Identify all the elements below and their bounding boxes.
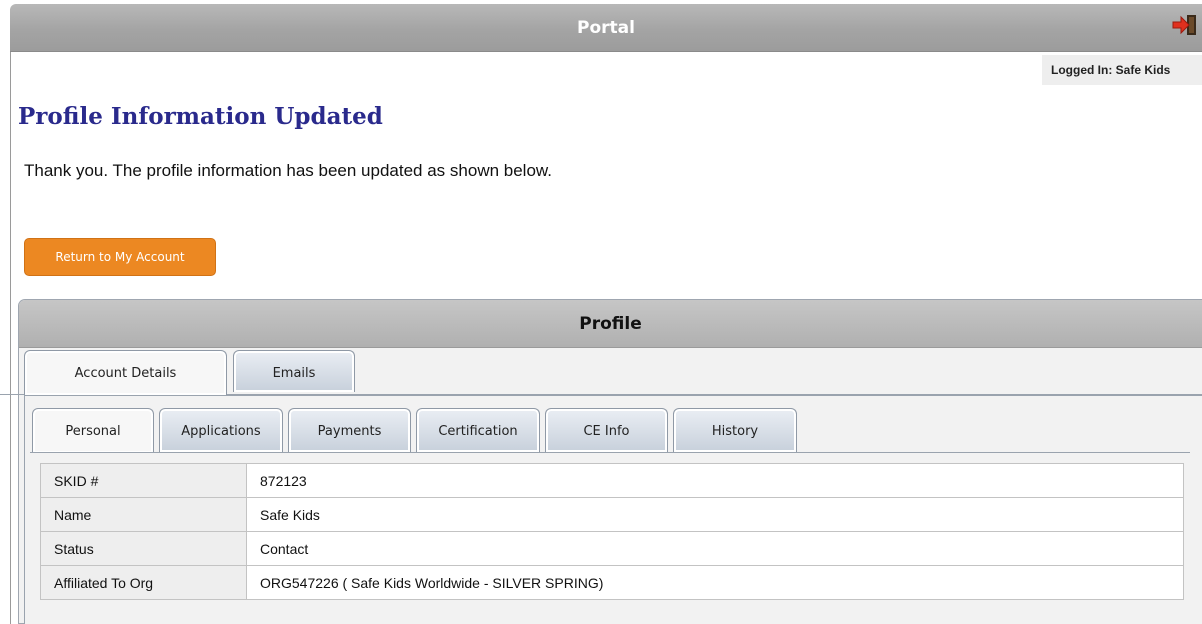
return-to-account-button[interactable]: Return to My Account <box>24 238 216 276</box>
tab-applications[interactable]: Applications <box>159 408 283 452</box>
field-value: Safe Kids <box>246 497 1184 532</box>
table-row: Name Safe Kids <box>40 497 1184 532</box>
page-title: Profile Information Updated <box>18 103 383 130</box>
tab-certification[interactable]: Certification <box>416 408 540 452</box>
tab-personal[interactable]: Personal <box>32 408 154 453</box>
profile-details-table: SKID # 872123 Name Safe Kids Status Cont… <box>40 463 1184 600</box>
field-label: SKID # <box>40 463 247 498</box>
table-row: Status Contact <box>40 531 1184 566</box>
field-label: Status <box>40 531 247 566</box>
portal-header: Portal <box>10 4 1202 52</box>
confirmation-message: Thank you. The profile information has b… <box>24 161 552 180</box>
field-value: ORG547226 ( Safe Kids Worldwide - SILVER… <box>246 565 1184 600</box>
logout-icon[interactable] <box>1172 14 1198 36</box>
table-row: SKID # 872123 <box>40 463 1184 498</box>
tab-history[interactable]: History <box>673 408 797 452</box>
tab-emails[interactable]: Emails <box>233 350 355 392</box>
tab-payments[interactable]: Payments <box>288 408 411 452</box>
field-label: Name <box>40 497 247 532</box>
inner-tabs-divider <box>30 452 1190 453</box>
page-left-border <box>10 52 11 624</box>
portal-title: Portal <box>577 18 635 38</box>
tab-account-details[interactable]: Account Details <box>24 350 227 395</box>
table-row: Affiliated To Org ORG547226 ( Safe Kids … <box>40 565 1184 600</box>
tab-ce-info[interactable]: CE Info <box>545 408 668 452</box>
field-label: Affiliated To Org <box>40 565 247 600</box>
field-value: 872123 <box>246 463 1184 498</box>
logged-in-status: Logged In: Safe Kids <box>1042 55 1202 85</box>
profile-panel-title: Profile <box>19 300 1202 348</box>
field-value: Contact <box>246 531 1184 566</box>
